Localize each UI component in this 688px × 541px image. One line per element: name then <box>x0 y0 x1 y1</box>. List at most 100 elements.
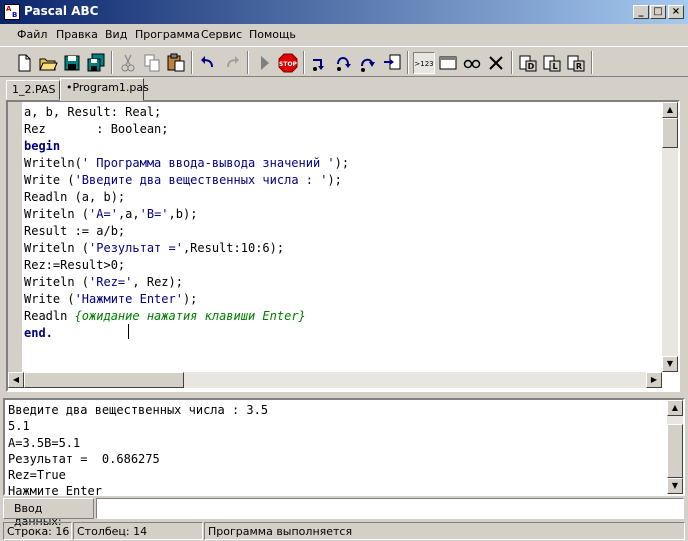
copy-icon[interactable] <box>141 52 163 74</box>
code-token: Write ( <box>24 292 75 306</box>
code-token: ,a, <box>117 207 140 221</box>
step-into-icon[interactable] <box>309 52 331 74</box>
svg-text:R: R <box>576 62 582 71</box>
input-row: Ввод данных: <box>0 498 688 528</box>
run-to-cursor-icon[interactable] <box>381 52 403 74</box>
code-token: ); <box>334 156 350 170</box>
window-icon[interactable] <box>437 52 459 74</box>
output-vscroll-thumb[interactable] <box>667 424 683 478</box>
save-icon[interactable] <box>61 52 83 74</box>
output-text: Введите два вещественных числа : 3.5 5.1… <box>8 402 268 500</box>
menu-help[interactable]: Помощь <box>249 28 296 41</box>
cut-icon[interactable] <box>117 52 139 74</box>
code-token: Writeln ( <box>24 275 90 289</box>
code-line: Writeln ('A=',a,'B=',b); <box>24 206 662 223</box>
paste-icon[interactable] <box>165 52 187 74</box>
toolbar-separator <box>591 51 593 74</box>
status-bar: Строка: 16 Столбец: 14 Программа выполня… <box>0 521 688 541</box>
open-folder-icon[interactable] <box>37 52 59 74</box>
code-token: Writeln ( <box>24 207 90 221</box>
pascal-abc-app-icon[interactable]: AB <box>4 4 20 20</box>
code-token: ' Программа ввода-вывода значений ' <box>81 156 335 170</box>
input-label: Ввод данных: <box>3 498 94 528</box>
menu-service[interactable]: Сервис <box>201 28 242 41</box>
svg-text:D: D <box>528 62 535 71</box>
close-x-icon[interactable] <box>485 52 507 74</box>
status-column: Столбец: 14 <box>73 522 203 540</box>
editor-gutter <box>8 102 22 372</box>
window-title: Pascal ABC <box>24 4 99 18</box>
doc-d-icon[interactable]: D <box>517 52 539 74</box>
scroll-up-arrow-icon[interactable]: ▲ <box>667 400 683 416</box>
toolbar-separator <box>511 51 513 74</box>
tab-1-2-pas[interactable]: 1_2.PAS <box>6 80 60 100</box>
code-line: Readln {ожидание нажатия клавиши Enter} <box>24 308 662 325</box>
code-line: Writeln ('Rez=', Rez); <box>24 274 662 291</box>
code-token: 'Нажмите Enter' <box>74 292 183 306</box>
doc-r-icon[interactable]: R <box>565 52 587 74</box>
output-line: Результат = 0.686275 <box>8 451 160 466</box>
step-over-icon[interactable] <box>333 52 355 74</box>
code-token: {ожидание нажатия клавиши Enter} <box>74 309 306 323</box>
code-line: Write ('Введите два вещественных числа :… <box>24 172 662 189</box>
menu-edit[interactable]: Правка <box>56 28 98 41</box>
status-message: Программа выполняется <box>204 522 685 540</box>
maximize-button[interactable]: □ <box>650 5 666 19</box>
glasses-icon[interactable] <box>461 52 483 74</box>
code-line: a, b, Result: Real; <box>24 104 662 121</box>
code-editor[interactable]: a, b, Result: Real; Rez : Boolean; begin Wr… <box>6 100 680 392</box>
minimize-button[interactable]: _ <box>633 5 649 19</box>
tab-program1-pas[interactable]: •Program1.pas <box>60 78 149 101</box>
code-token: , Rez); <box>132 275 183 289</box>
new-file-icon[interactable] <box>13 52 35 74</box>
menu-bar: Файл Правка Вид Программа Сервис Помощь <box>0 24 688 46</box>
code-line: end. <box>24 325 662 342</box>
file-tabs: 1_2.PAS •Program1.pas <box>0 78 688 101</box>
code-token: 'Введите два вещественных числа : ' <box>74 173 328 187</box>
toolbar-separator <box>407 51 409 74</box>
code-line: Writeln ('Результат =',Result:10:6); <box>24 240 662 257</box>
code-line: Rez : Boolean; <box>24 121 662 138</box>
code-token: begin <box>24 139 61 153</box>
editor-horizontal-scrollbar[interactable]: ◀ ▶ <box>8 372 662 388</box>
svg-text:>123: >123 <box>414 60 433 68</box>
status-line: Строка: 16 <box>3 522 72 540</box>
stop-icon[interactable]: STOP <box>277 52 299 74</box>
code-token: ,b); <box>168 207 198 221</box>
output-line: Введите два вещественных числа : 3.5 <box>8 403 269 417</box>
editor-vscroll-thumb[interactable] <box>662 118 678 148</box>
undo-icon[interactable] <box>197 52 219 74</box>
editor-vertical-scrollbar[interactable]: ▲ ▼ <box>662 102 678 372</box>
menu-view[interactable]: Вид <box>105 28 127 41</box>
save-all-icon[interactable] <box>85 52 107 74</box>
doc-l-icon[interactable]: L <box>541 52 563 74</box>
data-input-field[interactable] <box>96 498 684 519</box>
run-icon[interactable] <box>253 52 275 74</box>
redo-icon[interactable] <box>221 52 243 74</box>
output-line: Rez=True <box>8 468 66 483</box>
code-token: Writeln ( <box>24 241 90 255</box>
toolbar-separator <box>247 51 249 74</box>
code-token: Result := a/b; <box>24 224 126 238</box>
editor-hscroll-thumb[interactable] <box>24 372 184 388</box>
output-pane: Введите два вещественных числа : 3.5 5.1… <box>3 398 685 498</box>
output-toggle-button[interactable]: >123 <box>413 52 435 74</box>
svg-text:L: L <box>552 62 557 71</box>
title-bar: AB Pascal ABC _ □ × <box>0 0 688 24</box>
toolbar-separator <box>303 51 305 74</box>
code-token: 'B=' <box>139 207 169 221</box>
scroll-down-arrow-icon[interactable]: ▼ <box>667 478 683 494</box>
code-token: 'Результат =' <box>89 241 183 255</box>
menu-program[interactable]: Программа <box>135 28 200 41</box>
code-token: Readln <box>24 309 75 323</box>
menu-file[interactable]: Файл <box>17 28 47 41</box>
code-token: Writeln( <box>24 156 82 170</box>
code-line: Write ('Нажмите Enter'); <box>24 291 662 308</box>
scroll-left-arrow-icon[interactable]: ◀ <box>8 372 24 388</box>
scroll-down-arrow-icon[interactable]: ▼ <box>662 356 678 372</box>
step-out-icon[interactable] <box>357 52 379 74</box>
scroll-up-arrow-icon[interactable]: ▲ <box>662 102 678 118</box>
scroll-right-arrow-icon[interactable]: ▶ <box>646 372 662 388</box>
close-button[interactable]: × <box>668 5 684 19</box>
output-vertical-scrollbar[interactable]: ▲ ▼ <box>667 400 683 494</box>
